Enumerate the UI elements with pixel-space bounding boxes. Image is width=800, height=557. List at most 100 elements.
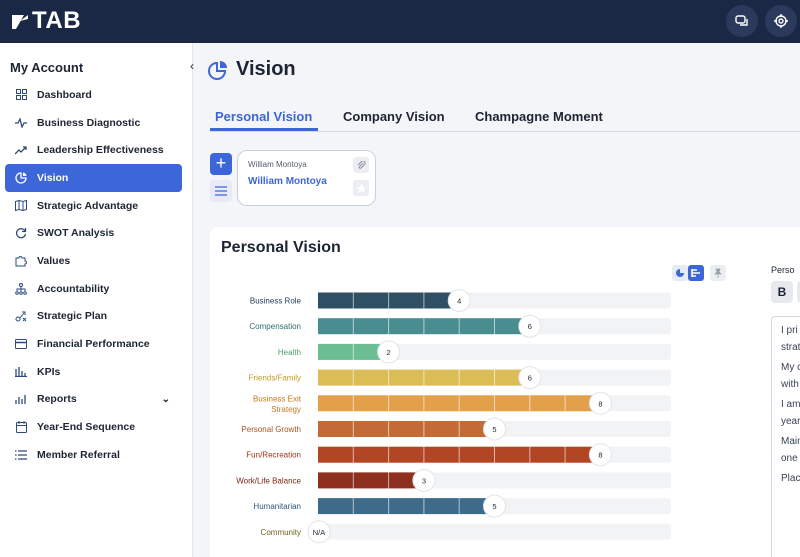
- report-icon: [15, 393, 27, 405]
- support-icon: [774, 14, 788, 28]
- category-label-work-life-balance: Work/Life Balance: [236, 476, 301, 485]
- data-label-personal-growth: 5: [492, 425, 496, 434]
- grid-icon: [15, 89, 27, 101]
- top-bar: TAB: [0, 0, 800, 43]
- vision-text-editor[interactable]: I pri strat My c with I am year Main one…: [771, 316, 800, 557]
- person-card[interactable]: William Montoya William Montoya: [237, 150, 376, 206]
- sidebar-item-member-referral[interactable]: Member Referral: [5, 441, 182, 469]
- pin-button[interactable]: [710, 265, 726, 281]
- sidebar-item-label: Business Diagnostic: [37, 116, 141, 129]
- editor-line: I am: [781, 399, 800, 410]
- star-icon[interactable]: [353, 180, 369, 196]
- strategy-icon: [15, 310, 27, 322]
- pie-icon: [676, 269, 684, 277]
- sidebar-item-label: Reports: [37, 393, 77, 406]
- card-icon: [15, 338, 27, 350]
- sidebar-item-reports[interactable]: Reports ⌄: [5, 386, 182, 414]
- sidebar-item-business-diagnostic[interactable]: Business Diagnostic: [5, 109, 182, 137]
- add-person-button[interactable]: +: [210, 153, 232, 175]
- page-title: Vision: [208, 58, 296, 81]
- puzzle-icon: [15, 255, 27, 267]
- sidebar-item-label: Accountability: [37, 282, 110, 295]
- bar-chart-icon: [691, 269, 700, 277]
- sidebar-item-financial-performance[interactable]: Financial Performance: [5, 330, 182, 358]
- chat-icon: [735, 15, 748, 26]
- sidebar-item-strategic-plan[interactable]: Strategic Plan: [5, 303, 182, 331]
- tab-logo[interactable]: TAB: [10, 7, 81, 35]
- sidebar-item-label: KPIs: [37, 365, 61, 378]
- data-label-friends-family: 6: [528, 374, 532, 383]
- bold-button[interactable]: B: [771, 281, 793, 303]
- sidebar-item-label: Strategic Advantage: [37, 199, 139, 212]
- sidebar-item-values[interactable]: Values: [5, 247, 182, 275]
- sidebar-nav: Dashboard Business Diagnostic Leadership…: [5, 81, 182, 469]
- tab-personal-vision[interactable]: Personal Vision: [215, 109, 312, 124]
- pie-icon: [208, 60, 227, 80]
- pie-view-button[interactable]: [672, 265, 688, 281]
- sidebar-item-year-end-sequence[interactable]: Year-End Sequence: [5, 413, 182, 441]
- sidebar-item-label: Member Referral: [37, 448, 120, 461]
- list-view-button[interactable]: [210, 180, 232, 202]
- bar-view-button[interactable]: [688, 265, 704, 281]
- category-label-friends-family: Friends/Family: [249, 374, 301, 383]
- editor-line: with: [781, 379, 799, 390]
- editor-label: Perso: [771, 265, 795, 275]
- calendar-icon: [15, 421, 27, 434]
- person-card-owner: William Montoya: [248, 160, 307, 169]
- category-label-humanitarian: Humanitarian: [253, 502, 301, 511]
- pulse-icon: [15, 117, 27, 129]
- tab-champagne-moment[interactable]: Champagne Moment: [475, 109, 603, 124]
- sidebar-item-kpis[interactable]: KPIs: [5, 358, 182, 386]
- category-label-business-role: Business Role: [250, 297, 302, 306]
- sidebar-item-label: Dashboard: [37, 88, 92, 101]
- category-label-business-exit-strategy: Business Exit Strategy: [253, 394, 302, 414]
- sidebar: My Account ‹ Dashboard Business Diagnost…: [0, 43, 194, 557]
- category-label-community: Community: [261, 528, 301, 537]
- editor-line: strat: [781, 342, 800, 353]
- tab-company-vision[interactable]: Company Vision: [343, 109, 445, 124]
- data-label-business-role: 4: [457, 297, 461, 306]
- editor-line: Plac: [781, 473, 800, 484]
- sidebar-item-dashboard[interactable]: Dashboard: [5, 81, 182, 109]
- bar-personal-growth: [318, 421, 495, 437]
- editor-line: Main: [781, 436, 800, 447]
- logo-mark-icon: [12, 15, 28, 29]
- category-label-fun-recreation: Fun/Recreation: [246, 451, 301, 460]
- menu-icon: [215, 186, 227, 196]
- sidebar-item-label: Vision: [37, 171, 69, 184]
- collapse-sidebar-icon[interactable]: ‹: [190, 59, 194, 73]
- logo-text: TAB: [32, 7, 82, 34]
- vision-tabs: Personal Vision Company Vision Champagne…: [210, 106, 800, 132]
- active-tab-indicator: [210, 128, 318, 131]
- sidebar-item-label: SWOT Analysis: [37, 227, 115, 240]
- sidebar-item-leadership-effectiveness[interactable]: Leadership Effectiveness: [5, 136, 182, 164]
- chevron-down-icon[interactable]: ⌄: [162, 394, 170, 405]
- bars-icon: [15, 366, 27, 378]
- attach-icon[interactable]: [353, 157, 369, 173]
- sidebar-item-label: Leadership Effectiveness: [37, 144, 164, 157]
- chat-button[interactable]: [726, 5, 758, 37]
- list-icon: [15, 449, 27, 461]
- editor-line: My c: [781, 362, 800, 373]
- sidebar-item-strategic-advantage[interactable]: Strategic Advantage: [5, 192, 182, 220]
- sidebar-item-accountability[interactable]: Accountability: [5, 275, 182, 303]
- pie-icon: [15, 172, 27, 184]
- sidebar-item-label: Year-End Sequence: [37, 421, 136, 434]
- data-label-work-life-balance: 3: [422, 476, 426, 485]
- refresh-icon: [15, 227, 27, 239]
- pin-icon: [714, 268, 722, 278]
- page-heading: Vision: [236, 58, 296, 80]
- sidebar-item-vision[interactable]: Vision: [5, 164, 182, 192]
- sidebar-item-label: Values: [37, 254, 71, 267]
- sidebar-title: My Account: [10, 60, 84, 75]
- person-card-name: William Montoya: [248, 176, 327, 187]
- support-button[interactable]: [765, 5, 797, 37]
- sidebar-item-swot-analysis[interactable]: SWOT Analysis: [5, 219, 182, 247]
- category-label-health: Health: [278, 348, 301, 357]
- bar-track-community: [318, 523, 671, 540]
- editor-line: year: [781, 416, 800, 427]
- plus-icon: +: [215, 153, 227, 173]
- data-label-community: N/A: [313, 528, 326, 537]
- map-icon: [15, 200, 27, 212]
- data-label-humanitarian: 5: [492, 502, 496, 511]
